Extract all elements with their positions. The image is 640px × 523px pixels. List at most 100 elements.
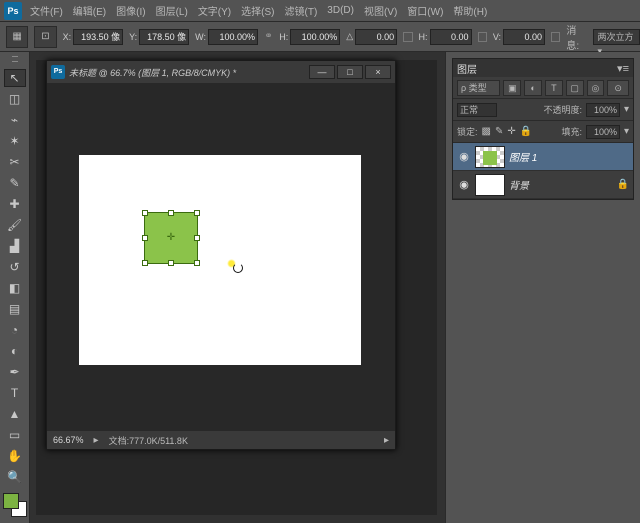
layers-tab[interactable]: 图层 [457, 61, 477, 76]
dodge-tool[interactable]: ◐ [4, 342, 26, 360]
history-brush-tool[interactable]: ↺ [4, 258, 26, 276]
opacity-dropdown-icon[interactable]: ▾ [624, 104, 629, 115]
window-minimize-button[interactable]: — [309, 65, 335, 79]
status-arrow-icon[interactable]: ▸ [94, 435, 99, 446]
transform-center-icon[interactable]: ✛ [166, 233, 176, 243]
layer-filter-dropdown[interactable]: ρ 类型 [457, 80, 500, 96]
layer-thumbnail[interactable] [475, 146, 505, 168]
angle-lock-checkbox[interactable] [403, 32, 412, 42]
visibility-toggle[interactable]: ◉ [457, 150, 471, 163]
type-tool[interactable]: T [4, 384, 26, 402]
skew-h-input[interactable]: 0.00 [430, 29, 472, 45]
hand-tool[interactable]: ✋ [4, 447, 26, 465]
menu-file[interactable]: 文件(F) [30, 3, 63, 18]
x-label: X: [63, 32, 72, 42]
fg-color-swatch[interactable] [3, 493, 19, 509]
lasso-tool[interactable]: ⌁ [4, 111, 26, 129]
pen-tool[interactable]: ✒ [4, 363, 26, 381]
menu-edit[interactable]: 编辑(E) [73, 3, 106, 18]
blend-mode-dropdown[interactable]: 正常 [457, 103, 497, 117]
skew-v-checkbox[interactable] [551, 32, 560, 42]
menu-select[interactable]: 选择(S) [241, 3, 274, 18]
canvas[interactable]: ✛ [79, 155, 361, 365]
brush-tool[interactable]: 🖌 [4, 216, 26, 234]
healing-tool[interactable]: ✚ [4, 195, 26, 213]
crop-tool[interactable]: ✂ [4, 153, 26, 171]
fill-dropdown-icon[interactable]: ▾ [624, 126, 629, 137]
layer-row[interactable]: ◉ 图层 1 [453, 143, 633, 171]
menu-type[interactable]: 文字(Y) [198, 3, 231, 18]
rectangle-tool[interactable]: ▭ [4, 426, 26, 444]
status-arrow-right-icon[interactable]: ▸ [384, 435, 389, 446]
transform-mode-icon[interactable]: ▦ [6, 26, 28, 48]
visibility-toggle[interactable]: ◉ [457, 178, 471, 191]
menu-view[interactable]: 视图(V) [364, 3, 397, 18]
doc-ps-icon: Ps [51, 65, 65, 79]
menu-filter[interactable]: 滤镜(T) [285, 3, 318, 18]
layer-row[interactable]: ◉ 背景 🔒 [453, 171, 633, 199]
panel-menu-icon[interactable]: ▾≡ [617, 62, 629, 75]
marquee-tool[interactable]: ◫ [4, 90, 26, 108]
document-title[interactable]: 未标题 @ 66.7% (图层 1, RGB/8/CMYK) * [69, 66, 236, 79]
lock-transparency-icon[interactable]: ▩ [482, 126, 491, 137]
lock-icon: 🔒 [617, 179, 629, 190]
handle-middle-left[interactable] [142, 235, 148, 241]
move-tool[interactable]: ↖ [4, 69, 26, 87]
skew-v-input[interactable]: 0.00 [503, 29, 545, 45]
menu-help[interactable]: 帮助(H) [453, 3, 487, 18]
gradient-tool[interactable]: ▤ [4, 300, 26, 318]
menu-image[interactable]: 图像(I) [116, 3, 145, 18]
opacity-label: 不透明度: [543, 103, 582, 116]
doc-info[interactable]: 文档:777.0K/511.8K [109, 434, 188, 447]
lock-pixels-icon[interactable]: ✎ [495, 126, 503, 137]
filter-smart-icon[interactable]: ◎ [587, 80, 605, 96]
opacity-input[interactable]: 100% [586, 103, 620, 117]
handle-top-left[interactable] [142, 210, 148, 216]
blur-tool[interactable]: ◔ [4, 321, 26, 339]
stamp-tool[interactable]: ▟ [4, 237, 26, 255]
skew-h-checkbox[interactable] [478, 32, 487, 42]
handle-top-middle[interactable] [168, 210, 174, 216]
filter-shape-icon[interactable]: ▢ [566, 80, 584, 96]
y-input[interactable]: 178.50 像 [139, 29, 189, 45]
handle-bottom-left[interactable] [142, 260, 148, 266]
reference-point-icon[interactable]: ⊡ [34, 26, 56, 48]
filter-toggle[interactable]: ⊙ [607, 80, 629, 96]
color-swatch[interactable] [3, 493, 27, 517]
layer-name[interactable]: 背景 [509, 177, 529, 192]
filter-text-icon[interactable]: T [545, 80, 563, 96]
document-window: Ps 未标题 @ 66.7% (图层 1, RGB/8/CMYK) * — □ … [46, 60, 396, 450]
magic-wand-tool[interactable]: ✶ [4, 132, 26, 150]
x-input[interactable]: 193.50 像 [73, 29, 123, 45]
menu-layer[interactable]: 图层(L) [156, 3, 188, 18]
handle-top-right[interactable] [194, 210, 200, 216]
menu-window[interactable]: 窗口(W) [407, 3, 443, 18]
window-close-button[interactable]: × [365, 65, 391, 79]
menu-3d[interactable]: 3D(D) [327, 5, 354, 16]
zoom-level[interactable]: 66.67% [53, 435, 84, 445]
filter-image-icon[interactable]: ▣ [503, 80, 521, 96]
handle-bottom-right[interactable] [194, 260, 200, 266]
interpolation-dropdown[interactable]: 两次立方 ▾ [593, 29, 640, 45]
handle-middle-right[interactable] [194, 235, 200, 241]
fill-input[interactable]: 100% [586, 125, 620, 139]
tools-grip[interactable] [12, 56, 18, 62]
document-viewport[interactable]: ✛ [47, 83, 395, 431]
filter-adjust-icon[interactable]: ◐ [524, 80, 542, 96]
transform-selection[interactable]: ✛ [144, 212, 198, 264]
handle-bottom-middle[interactable] [168, 260, 174, 266]
eraser-tool[interactable]: ◧ [4, 279, 26, 297]
layer-thumbnail[interactable] [475, 174, 505, 196]
lock-position-icon[interactable]: ✛ [507, 126, 515, 137]
link-wh-icon[interactable]: ⚭ [264, 31, 273, 43]
w-input[interactable]: 100.00% [208, 29, 258, 45]
lock-all-icon[interactable]: 🔒 [520, 126, 532, 137]
eyedropper-tool[interactable]: ✎ [4, 174, 26, 192]
window-maximize-button[interactable]: □ [337, 65, 363, 79]
angle-input[interactable]: 0.00 [355, 29, 397, 45]
h-input[interactable]: 100.00% [290, 29, 340, 45]
layer-name[interactable]: 图层 1 [509, 149, 537, 164]
interp-label: 消息: [566, 22, 587, 52]
zoom-tool[interactable]: 🔍 [4, 468, 26, 486]
path-select-tool[interactable]: ▲ [4, 405, 26, 423]
